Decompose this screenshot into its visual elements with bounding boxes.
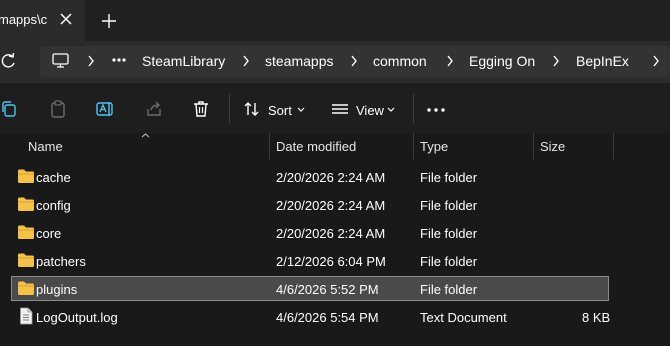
file-type: File folder	[420, 254, 478, 269]
column-divider[interactable]	[613, 133, 614, 159]
breadcrumb-item[interactable]: common	[373, 53, 427, 69]
rename-icon[interactable]	[96, 100, 114, 118]
file-name: core	[36, 226, 62, 241]
list-item[interactable]: patchers 2/12/2026 6:04 PM File folder	[11, 248, 609, 273]
document-icon	[20, 307, 33, 325]
file-type: File folder	[420, 282, 478, 297]
breadcrumb-item-current[interactable]: BepInEx	[576, 53, 629, 69]
sort-ascending-icon	[141, 133, 150, 138]
list-item[interactable]: config 2/20/2026 2:24 AM File folder	[11, 192, 609, 217]
chevron-right-icon[interactable]	[446, 55, 454, 67]
chevron-down-icon[interactable]	[297, 107, 305, 112]
tab-title: mapps\c	[0, 12, 48, 27]
delete-icon[interactable]	[192, 100, 210, 118]
tab-active[interactable]: mapps\c	[0, 0, 85, 41]
file-type: File folder	[420, 170, 478, 185]
breadcrumb-item[interactable]: Egging On	[469, 53, 535, 69]
breadcrumb-item[interactable]: SteamLibrary	[142, 53, 225, 69]
breadcrumb-item[interactable]: steamapps	[265, 53, 333, 69]
refresh-icon[interactable]	[0, 52, 16, 70]
file-name: plugins	[36, 282, 78, 297]
column-divider[interactable]	[269, 133, 270, 159]
file-name: cache	[36, 170, 71, 185]
list-item[interactable]: cache 2/20/2026 2:24 AM File folder	[11, 164, 609, 189]
share-icon[interactable]	[145, 100, 163, 118]
file-date: 2/20/2026 2:24 AM	[276, 226, 386, 241]
close-icon[interactable]	[58, 11, 74, 27]
column-divider[interactable]	[413, 133, 414, 159]
folder-icon	[18, 197, 34, 211]
file-type: Text Document	[420, 310, 507, 325]
file-type: File folder	[420, 198, 478, 213]
column-header-name[interactable]: Name	[28, 139, 63, 154]
more-path-icon[interactable]	[112, 58, 126, 62]
column-divider[interactable]	[533, 133, 534, 159]
chevron-right-icon[interactable]	[350, 55, 358, 67]
toolbar-divider	[229, 94, 230, 124]
column-header-size[interactable]: Size	[540, 139, 565, 154]
view-icon[interactable]	[331, 100, 349, 118]
file-date: 2/20/2026 2:24 AM	[276, 198, 386, 213]
file-date: 4/6/2026 5:54 PM	[276, 310, 379, 325]
toolbar-divider	[413, 94, 414, 124]
file-name: config	[36, 198, 71, 213]
file-type: File folder	[420, 226, 478, 241]
copy-icon[interactable]	[0, 100, 18, 118]
folder-icon	[18, 253, 34, 267]
file-size: 8 KB	[582, 310, 611, 325]
chevron-right-icon[interactable]	[552, 55, 560, 67]
chevron-down-icon[interactable]	[387, 107, 395, 112]
view-button[interactable]: View	[356, 103, 384, 118]
file-date: 4/6/2026 5:52 PM	[276, 282, 379, 297]
file-name: patchers	[36, 254, 86, 269]
monitor-icon[interactable]	[52, 53, 69, 69]
chevron-right-icon[interactable]	[652, 55, 660, 67]
file-date: 2/20/2026 2:24 AM	[276, 170, 386, 185]
sort-icon[interactable]	[243, 100, 261, 118]
more-options-icon[interactable]	[427, 108, 445, 112]
column-header-type[interactable]: Type	[420, 139, 448, 154]
column-header-date[interactable]: Date modified	[276, 139, 356, 154]
sort-button[interactable]: Sort	[268, 103, 292, 118]
chevron-right-icon[interactable]	[87, 55, 95, 67]
paste-icon[interactable]	[49, 100, 67, 118]
list-item[interactable]: LogOutput.log 4/6/2026 5:54 PM Text Docu…	[11, 304, 611, 329]
list-item-selected[interactable]: plugins 4/6/2026 5:52 PM File folder	[11, 276, 609, 301]
new-tab-plus-icon[interactable]	[101, 13, 117, 29]
folder-icon	[18, 169, 34, 183]
list-item[interactable]: core 2/20/2026 2:24 AM File folder	[11, 220, 609, 245]
folder-icon	[18, 281, 34, 295]
chevron-right-icon[interactable]	[242, 55, 250, 67]
file-name: LogOutput.log	[36, 310, 118, 325]
folder-icon	[18, 225, 34, 239]
file-date: 2/12/2026 6:04 PM	[276, 254, 386, 269]
